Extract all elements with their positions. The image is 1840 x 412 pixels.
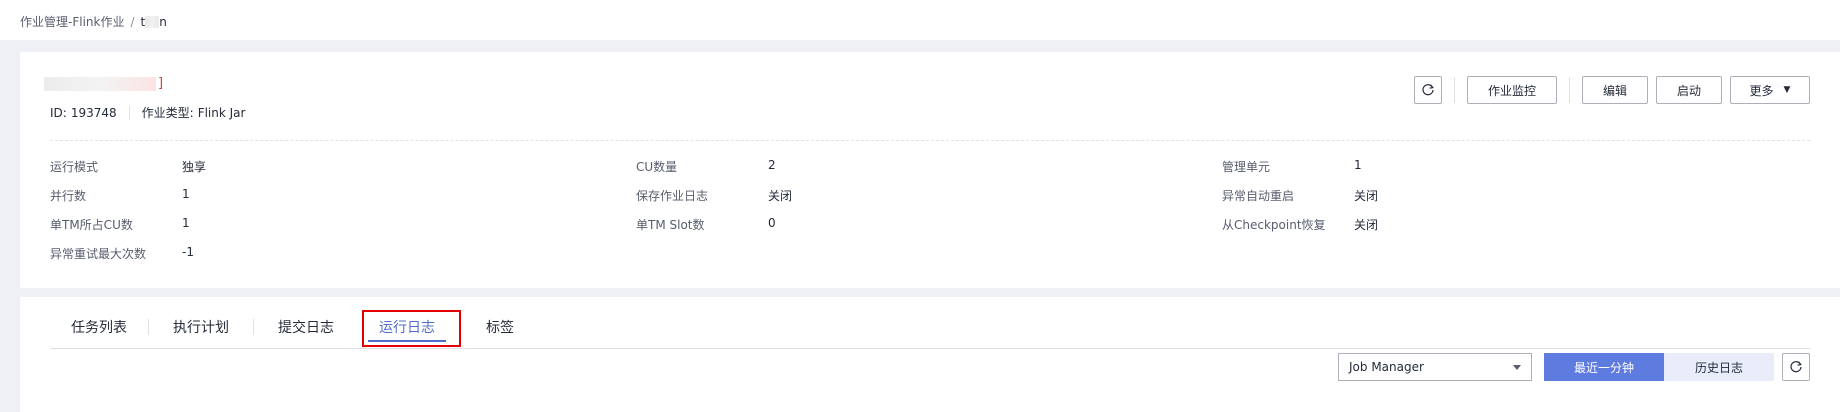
property-key: 从Checkpoint恢复	[1222, 218, 1326, 232]
property-item: 保存作业日志 关闭	[636, 187, 792, 204]
property-item: 单TM所占CU数 1	[50, 216, 190, 233]
property-value: 关闭	[768, 189, 793, 203]
property-key: CU数量	[636, 160, 678, 174]
property-value: 1	[182, 216, 190, 230]
job-type-label: 作业类型:	[141, 106, 194, 120]
property-key: 保存作业日志	[636, 189, 709, 203]
property-value: 2	[768, 158, 776, 172]
tab-tags[interactable]: 标签	[456, 315, 544, 348]
breadcrumb: 作业管理-Flink作业 / t n	[20, 13, 167, 30]
property-key: 并行数	[50, 189, 87, 203]
detail-tabs: 任务列表 执行计划 提交日志 运行日志 标签	[50, 315, 1810, 349]
breadcrumb-separator: /	[130, 14, 135, 29]
job-detail-card: ] ID: 193748 作业类型: Flink Jar 作业监控 编辑 启动 …	[20, 52, 1840, 288]
history-log-button[interactable]: 历史日志	[1664, 353, 1774, 381]
action-divider	[1454, 77, 1455, 103]
section-divider	[50, 140, 1810, 141]
property-key: 运行模式	[50, 160, 99, 174]
job-type-value: Flink Jar	[197, 105, 246, 120]
meta-divider	[128, 105, 130, 120]
property-item: CU数量 2	[636, 158, 776, 175]
property-value: -1	[182, 245, 194, 259]
tab-label: 提交日志	[278, 320, 334, 336]
dropdown-arrow-icon	[1513, 364, 1521, 370]
job-id-label: ID:	[50, 105, 67, 120]
job-actions: 作业监控 编辑 启动 更多 ▼	[1414, 76, 1810, 104]
property-key: 单TM所占CU数	[50, 218, 133, 232]
property-value: 1	[1354, 158, 1362, 172]
tab-label: 执行计划	[173, 320, 229, 336]
action-divider	[1569, 77, 1570, 103]
top-bar: 作业管理-Flink作业 / t n	[0, 0, 1840, 40]
property-item: 异常自动重启 关闭	[1222, 187, 1378, 204]
property-item: 并行数 1	[50, 187, 190, 204]
property-item: 异常重试最大次数 -1	[50, 245, 194, 262]
job-id-value: 193748	[70, 105, 117, 120]
redacted-job-name	[44, 76, 156, 91]
log-refresh-button[interactable]	[1782, 353, 1810, 381]
tab-task-list[interactable]: 任务列表	[50, 315, 148, 348]
tab-label: 标签	[486, 320, 514, 336]
log-type-select[interactable]: Job Manager	[1338, 353, 1532, 381]
refresh-icon	[1790, 361, 1802, 373]
property-item: 单TM Slot数 0	[636, 216, 776, 233]
job-meta: ID: 193748 作业类型: Flink Jar	[50, 104, 245, 121]
property-item: 从Checkpoint恢复 关闭	[1222, 216, 1378, 233]
property-value: 关闭	[1354, 218, 1379, 232]
property-value: 1	[182, 187, 190, 201]
breadcrumb-current-suffix: n	[159, 14, 167, 29]
refresh-button[interactable]	[1414, 76, 1442, 104]
log-type-value: Job Manager	[1349, 360, 1424, 374]
recent-minute-button[interactable]: 最近一分钟	[1544, 353, 1664, 381]
property-key: 异常自动重启	[1222, 189, 1295, 203]
job-name: ]	[44, 76, 163, 91]
property-value: 0	[768, 216, 776, 230]
tab-execution-plan[interactable]: 执行计划	[149, 315, 253, 348]
more-dropdown-button[interactable]: 更多 ▼	[1730, 76, 1810, 104]
property-value: 独享	[182, 160, 207, 174]
log-card: 任务列表 执行计划 提交日志 运行日志 标签 Job Manager 最近一分钟…	[20, 297, 1840, 412]
breadcrumb-current: t n	[141, 15, 167, 29]
more-label: 更多	[1749, 83, 1774, 98]
property-item: 管理单元 1	[1222, 158, 1362, 175]
refresh-icon	[1422, 84, 1434, 96]
tab-submit-log[interactable]: 提交日志	[254, 315, 358, 348]
highlight-box	[362, 310, 461, 347]
property-value: 关闭	[1354, 189, 1379, 203]
job-monitor-button[interactable]: 作业监控	[1467, 76, 1557, 104]
redacted-text	[145, 15, 160, 28]
caret-down-icon: ▼	[1783, 85, 1791, 95]
edit-button[interactable]: 编辑	[1582, 76, 1648, 104]
property-key: 异常重试最大次数	[50, 247, 147, 261]
start-button[interactable]: 启动	[1656, 76, 1722, 104]
property-item: 运行模式 独享	[50, 158, 206, 175]
job-name-suffix: ]	[158, 76, 164, 91]
breadcrumb-parent-link[interactable]: 作业管理-Flink作业	[20, 13, 124, 30]
property-key: 单TM Slot数	[636, 218, 705, 232]
tab-label: 任务列表	[71, 320, 127, 336]
log-toolbar: Job Manager 最近一分钟 历史日志	[1338, 353, 1810, 381]
property-key: 管理单元	[1222, 160, 1271, 174]
